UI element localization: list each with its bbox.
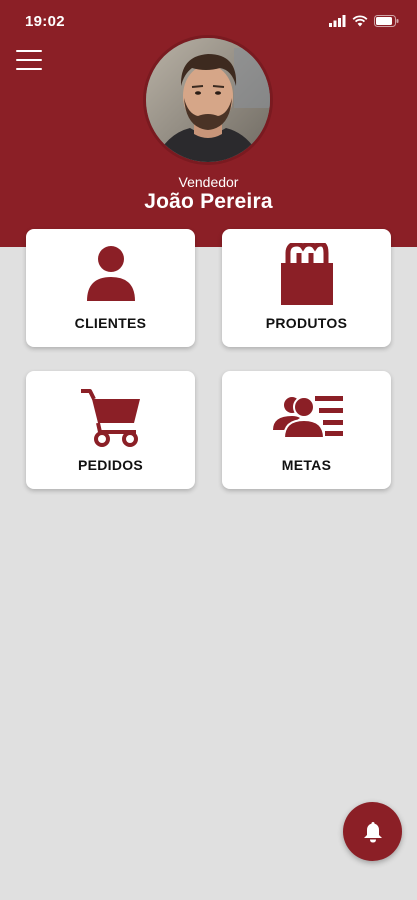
profile-header: 19:02 Vendedor João Pereira	[0, 0, 417, 247]
card-label: PEDIDOS	[77, 457, 144, 473]
card-produtos[interactable]: PRODUTOS	[222, 229, 391, 347]
card-clientes[interactable]: CLIENTES	[26, 229, 195, 347]
notifications-button[interactable]	[343, 802, 402, 861]
menu-icon-line	[16, 68, 42, 70]
card-label: PRODUTOS	[265, 315, 348, 331]
profile-name: João Pereira	[144, 190, 273, 213]
avatar[interactable]	[143, 35, 273, 165]
bell-icon	[363, 821, 382, 842]
wifi-icon	[352, 15, 368, 27]
menu-icon-line	[16, 50, 42, 52]
profile-role: Vendedor	[178, 174, 239, 190]
card-metas[interactable]: METAS	[222, 371, 391, 489]
card-label: CLIENTES	[74, 315, 147, 331]
avatar-photo	[146, 38, 270, 162]
shopping-cart-icon	[80, 389, 140, 447]
status-icons	[329, 14, 399, 28]
group-list-icon	[272, 396, 343, 438]
menu-icon-line	[16, 59, 42, 61]
person-icon	[86, 246, 135, 301]
menu-button[interactable]	[16, 47, 44, 73]
status-time: 19:02	[25, 13, 65, 30]
battery-icon	[374, 15, 399, 27]
card-pedidos[interactable]: PEDIDOS	[26, 371, 195, 489]
shopping-bag-icon	[280, 243, 333, 305]
card-label: METAS	[281, 457, 332, 473]
signal-icon	[329, 15, 346, 27]
